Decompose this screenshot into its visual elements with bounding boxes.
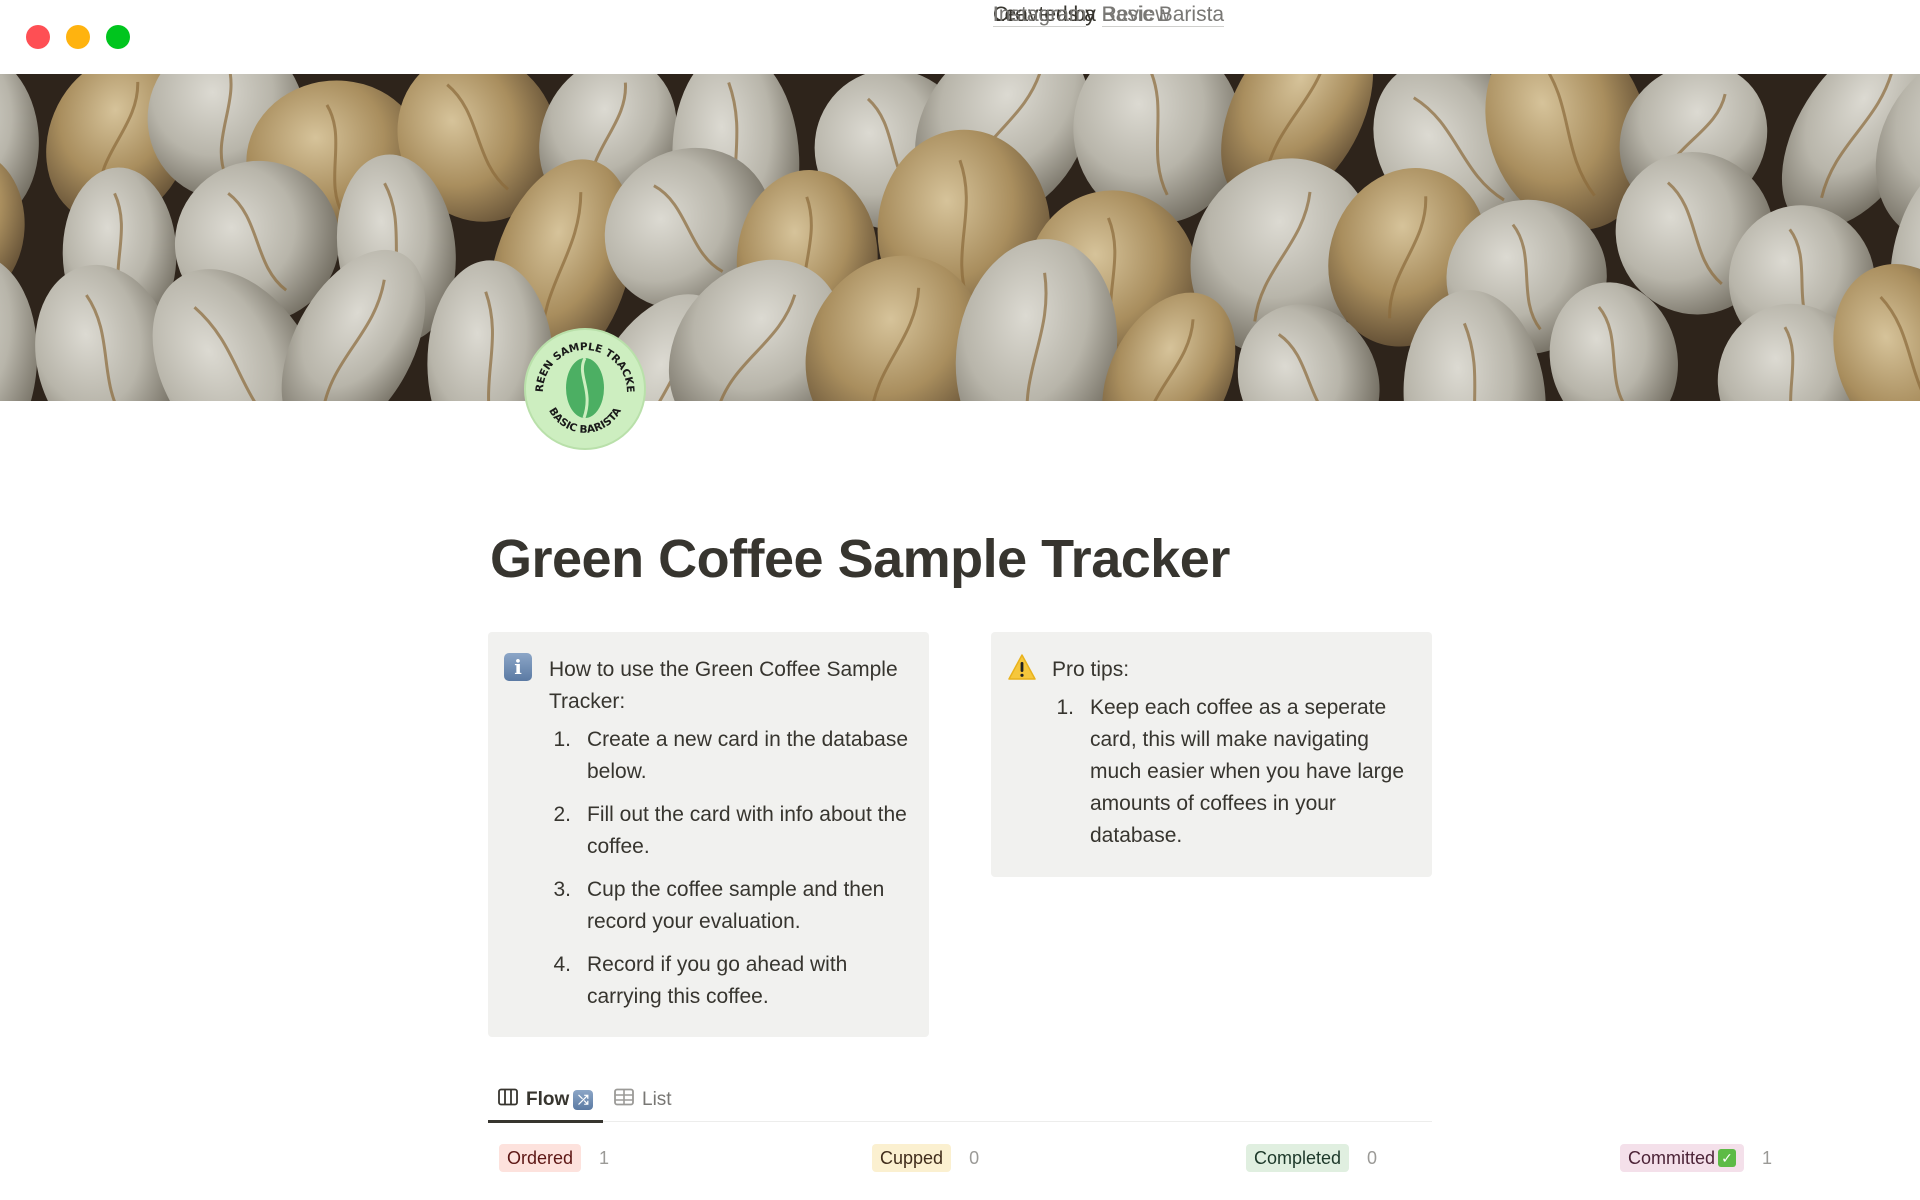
status-tag-completed[interactable]: Completed (1246, 1144, 1350, 1172)
database-view-tabs: Flow ⤮ List (488, 1078, 1432, 1123)
window-minimize-button[interactable] (66, 25, 90, 49)
howto-step: 3. Cup the coffee sample and then record … (549, 874, 909, 938)
instagram-link[interactable]: Instagram (993, 3, 1087, 27)
step-number: 4. (553, 953, 571, 976)
step-text: Record if you go ahead with carrying thi… (587, 953, 848, 1008)
pro-tip-item: 1. Keep each coffee as a seperate card, t… (1052, 692, 1412, 852)
window-close-button[interactable] (26, 25, 50, 49)
step-number: 3. (553, 878, 571, 901)
column-count: 0 (1367, 1147, 1378, 1168)
window-maximize-button[interactable] (106, 25, 130, 49)
column-count: 1 (599, 1147, 610, 1168)
board-column-ordered: Ordered 1 (499, 1144, 609, 1172)
howto-step: 2. Fill out the card with info about the … (549, 799, 909, 863)
tab-flow-label: Flow (526, 1089, 570, 1110)
tab-flow[interactable]: Flow ⤮ (498, 1078, 594, 1122)
instagram-line: Instagram (993, 0, 1087, 30)
step-text: Fill out the card with info about the co… (587, 803, 907, 858)
board-column-cupped: Cupped 0 (872, 1144, 979, 1172)
status-tag-cupped[interactable]: Cupped (872, 1144, 952, 1172)
cover-image (0, 74, 1920, 401)
status-tag-committed[interactable]: Committed ✓ (1620, 1144, 1745, 1172)
step-text: Cup the coffee sample and then record yo… (587, 878, 885, 933)
step-number: 1. (1056, 696, 1074, 719)
step-number: 1. (553, 728, 571, 751)
howto-steps: 1. Create a new card in the database belo… (549, 724, 909, 1024)
tab-list-label: List (642, 1089, 672, 1110)
pro-tips-steps: 1. Keep each coffee as a seperate card, t… (1052, 692, 1412, 863)
howto-step: 4. Record if you go ahead with carrying t… (549, 949, 909, 1013)
board-column-committed: Committed ✓ 1 (1620, 1144, 1772, 1172)
page-title[interactable]: Green Coffee Sample Tracker (490, 528, 1230, 590)
howto-step: 1. Create a new card in the database belo… (549, 724, 909, 788)
column-count: 1 (1762, 1147, 1773, 1168)
board-icon (498, 1088, 518, 1112)
page-icon-logo[interactable]: GREEN SAMPLE TRACKER BASIC BARISTA (524, 328, 646, 450)
info-icon[interactable]: i (504, 653, 532, 681)
howto-heading: How to use the Green Coffee Sample Track… (549, 658, 898, 713)
board-column-completed: Completed 0 (1246, 1144, 1377, 1172)
step-text: Keep each coffee as a seperate card, thi… (1090, 696, 1405, 847)
table-icon (614, 1088, 634, 1112)
step-number: 2. (553, 803, 571, 826)
review-link[interactable]: Review (1101, 3, 1171, 27)
active-tab-indicator (488, 1120, 603, 1123)
tag-label: Ordered (507, 1148, 574, 1168)
step-text: Create a new card in the database below. (587, 728, 909, 783)
status-tag-ordered[interactable]: Ordered (499, 1144, 582, 1172)
pro-tips-callout: Pro tips: 1. Keep each coffee as a sepera… (991, 632, 1432, 877)
column-count: 0 (969, 1147, 980, 1168)
tag-label: Cupped (880, 1148, 944, 1168)
shuffle-icon: ⤮ (573, 1090, 594, 1110)
window-titlebar (0, 0, 1920, 74)
tag-label: Completed (1254, 1148, 1342, 1168)
warning-icon[interactable] (1007, 653, 1036, 681)
pro-tips-heading: Pro tips: (1052, 658, 1130, 681)
howto-callout: i How to use the Green Coffee Sample Tra… (488, 632, 929, 1037)
tag-label: Committed (1628, 1148, 1716, 1168)
tab-list[interactable]: List (614, 1078, 672, 1122)
check-mark-button-icon: ✓ (1718, 1149, 1737, 1167)
coffee-beans-photo (0, 74, 1920, 401)
